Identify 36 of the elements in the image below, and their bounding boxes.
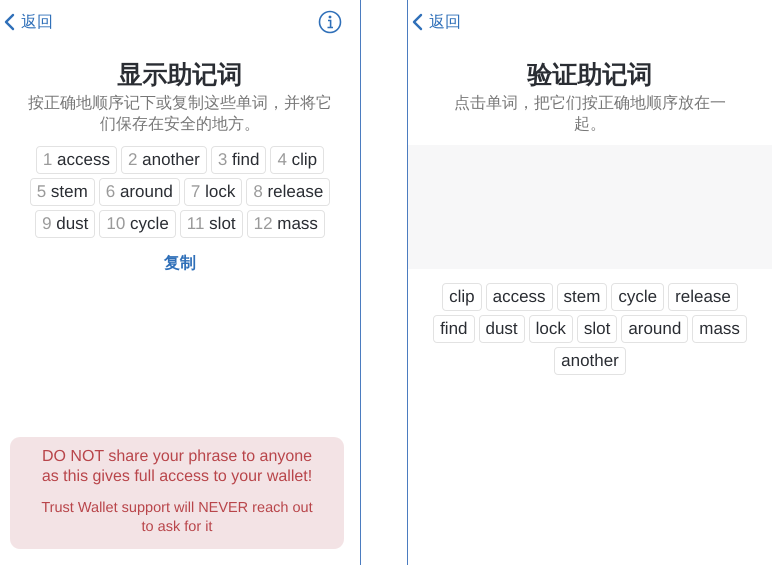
warning-text: DO NOT share your phrase to anyone as this gives full access to your wallet!: [40, 447, 314, 487]
screen-title: 验证助记词: [526, 60, 654, 91]
word-chip[interactable]: access: [486, 283, 553, 311]
back-chevron-icon[interactable]: [412, 13, 423, 31]
word-chip: 1 access: [36, 146, 117, 174]
word-chip[interactable]: release: [668, 283, 738, 311]
word-chip[interactable]: lock: [528, 315, 573, 343]
word-chip: 3 find: [210, 146, 266, 174]
back-button[interactable]: 返回: [4, 12, 53, 32]
instruction-text: 点击单词，把它们按正确地顺序放在一起。: [453, 94, 727, 135]
word-chip[interactable]: cycle: [611, 283, 664, 311]
word-chip: 2 another: [120, 146, 207, 174]
word-chip: 12 mass: [246, 210, 325, 238]
back-chevron-icon[interactable]: [4, 13, 15, 31]
word-chip: 6 around: [98, 178, 180, 206]
word-chip: 4 clip: [270, 146, 324, 174]
word-chip: 5 stem: [30, 178, 95, 206]
word-chip[interactable]: stem: [556, 283, 608, 311]
copy-button[interactable]: 复制: [158, 252, 202, 275]
warning-note: Trust Wallet support will NEVER reach out to ask for it: [40, 499, 314, 537]
word-chip: 9 dust: [35, 210, 96, 238]
instruction-text: 按正确地顺序记下或复制这些单词，并将它们保存在安全的地方。: [27, 94, 333, 135]
word-chip[interactable]: mass: [692, 315, 747, 343]
word-chip[interactable]: find: [433, 315, 474, 343]
word-chip: 11 slot: [180, 210, 243, 238]
back-button[interactable]: 返回: [412, 12, 461, 32]
word-chip: 7 lock: [184, 178, 242, 206]
screen-title: 显示助记词: [116, 60, 244, 91]
word-chip[interactable]: another: [554, 347, 626, 375]
word-chip[interactable]: dust: [478, 315, 525, 343]
word-chip[interactable]: around: [621, 315, 688, 343]
word-chip[interactable]: slot: [576, 315, 618, 343]
word-chip: 8 release: [246, 178, 330, 206]
word-chip: 10 cycle: [99, 210, 176, 238]
word-chip[interactable]: clip: [442, 283, 482, 311]
info-icon[interactable]: [318, 10, 342, 34]
